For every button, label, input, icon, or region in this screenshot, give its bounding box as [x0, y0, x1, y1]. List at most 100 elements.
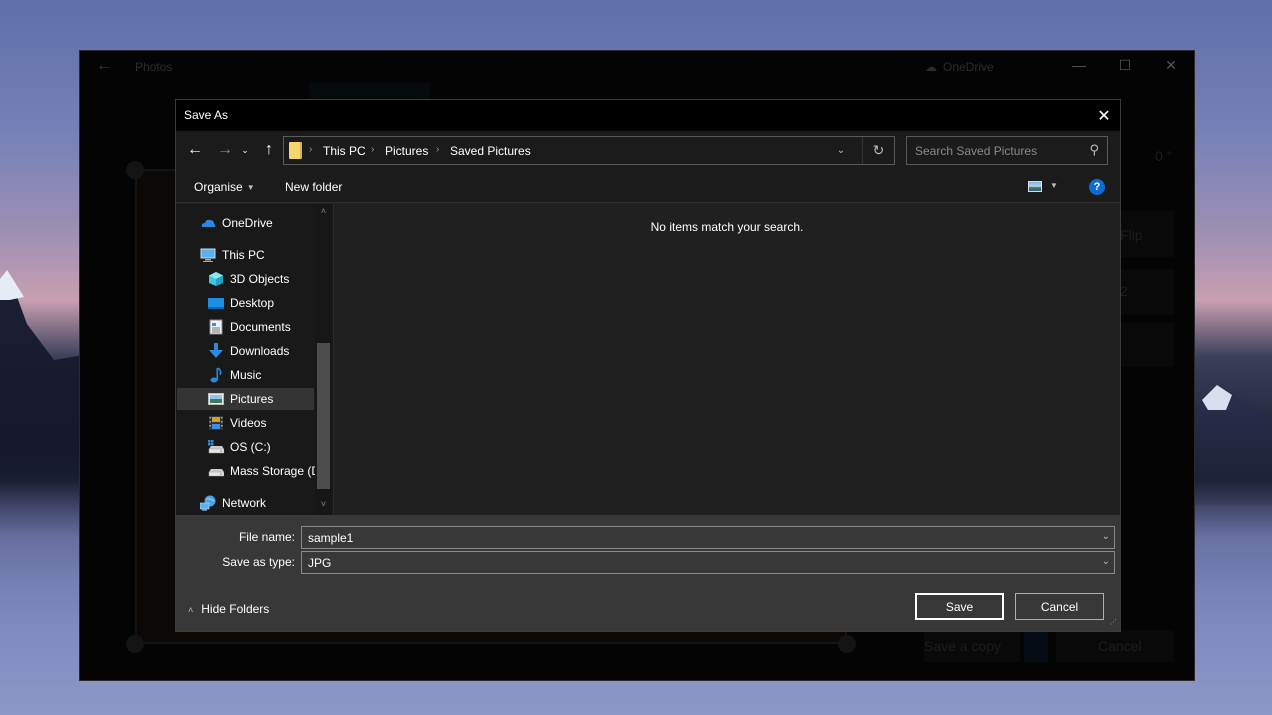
organise-label: Organise	[194, 180, 243, 194]
downloads-icon	[208, 343, 224, 359]
breadcrumb-separator: ›	[371, 144, 375, 155]
dialog-title: Save As	[184, 108, 229, 122]
onedrive-status[interactable]: ☁ OneDrive	[925, 60, 994, 74]
save-as-type-value: JPG	[308, 556, 332, 570]
nav-item-label: Desktop	[230, 296, 275, 310]
refresh-button[interactable]: ↻	[862, 137, 894, 164]
change-view-icon[interactable]	[1028, 181, 1042, 192]
nav-item-label: Music	[230, 368, 262, 382]
nav-item-label: 3D Objects	[230, 272, 290, 286]
view-options-caret-icon[interactable]: ▼	[1050, 181, 1058, 190]
chevron-down-icon[interactable]: ⌄	[1102, 556, 1110, 567]
nav-item-videos[interactable]: Videos	[208, 412, 315, 434]
scroll-up-icon[interactable]: ˄	[315, 206, 332, 220]
back-button[interactable]: ←	[184, 139, 206, 161]
nav-item-this-pc[interactable]: This PC	[200, 244, 315, 266]
file-name-label: File name:	[238, 530, 295, 544]
music-icon	[208, 367, 224, 383]
nav-item-label: Mass Storage (D:)	[230, 464, 315, 478]
photos-title: Photos	[135, 60, 173, 74]
nav-item-label: Pictures	[230, 392, 274, 406]
photos-titlebar: ← Photos ☁ OneDrive — ☐ ✕	[80, 51, 1194, 83]
search-placeholder: Search Saved Pictures	[915, 144, 1038, 158]
nav-item-onedrive[interactable]: OneDrive	[200, 212, 315, 234]
scroll-thumb[interactable]	[317, 343, 330, 489]
flip-label: Flip	[1120, 227, 1143, 243]
scroll-down-icon[interactable]: ˅	[315, 499, 332, 513]
navigation-scrollbar[interactable]: ˄ ˅	[315, 204, 332, 515]
nav-item-label: Documents	[230, 320, 291, 334]
nav-item-label: This PC	[222, 248, 265, 262]
file-list[interactable]: No items match your search.	[334, 204, 1120, 515]
nav-item-label: Network	[222, 496, 267, 510]
breadcrumb-pictures[interactable]: Pictures	[385, 144, 428, 158]
nav-item-label: OS (C:)	[230, 440, 271, 454]
cancel-button[interactable]: Cancel	[1015, 593, 1104, 620]
maximize-button[interactable]: ☐	[1102, 57, 1148, 74]
save-a-copy-button[interactable]: Save a copy	[924, 630, 1020, 662]
search-icon[interactable]: ⚲	[1089, 142, 1099, 158]
hide-folders-button[interactable]: ˄ Hide Folders	[188, 602, 269, 616]
chevron-up-icon: ˄	[188, 605, 194, 615]
crop-handle-top-left[interactable]	[126, 161, 144, 179]
save-as-type-label: Save as type:	[222, 555, 295, 569]
nav-item-desktop[interactable]: Desktop	[208, 292, 315, 314]
chevron-down-icon[interactable]: ⌄	[1102, 531, 1110, 542]
drive-icon	[208, 463, 225, 479]
navigation-pane: OneDrive This PC 3D Objects Desktop Docu…	[176, 204, 333, 515]
network-icon	[200, 495, 216, 511]
file-name-value: sample1	[308, 531, 354, 545]
nav-item-documents[interactable]: Documents	[208, 316, 315, 338]
new-folder-button[interactable]: New folder	[285, 180, 342, 194]
forward-button[interactable]: →	[214, 139, 236, 161]
onedrive-icon	[200, 215, 216, 231]
search-input[interactable]: Search Saved Pictures ⚲	[906, 136, 1108, 165]
nav-item-music[interactable]: Music	[208, 364, 315, 386]
organise-menu[interactable]: Organise ▼	[194, 180, 255, 194]
breadcrumb-separator: ›	[309, 144, 313, 155]
back-arrow-icon[interactable]: ←	[96, 57, 112, 75]
rotation-value: 0 °	[1155, 148, 1173, 164]
address-bar[interactable]: › This PC › Pictures › Saved Pictures ⌄ …	[283, 136, 895, 165]
nav-item-pictures[interactable]: Pictures	[177, 388, 314, 410]
save-as-dialog: Save As ✕ ← → ⌄ ↑ › This PC › Pictures ›…	[175, 99, 1121, 632]
nav-item-label: OneDrive	[222, 216, 273, 230]
snow-peak-right	[1202, 385, 1232, 410]
desktop-icon	[208, 295, 224, 311]
nav-item-downloads[interactable]: Downloads	[208, 340, 315, 362]
breadcrumb-saved-pictures[interactable]: Saved Pictures	[450, 144, 531, 158]
breadcrumb-separator: ›	[436, 144, 440, 155]
nav-item-network[interactable]: Network	[200, 492, 315, 514]
caret-down-icon: ▼	[246, 183, 255, 192]
help-icon[interactable]: ?	[1089, 179, 1105, 195]
close-button[interactable]: ✕	[1148, 57, 1194, 74]
navigation-bar: ← → ⌄ ↑ › This PC › Pictures › Saved Pic…	[176, 131, 1120, 171]
hide-folders-label: Hide Folders	[201, 602, 270, 616]
recent-locations-button[interactable]: ⌄	[238, 139, 252, 161]
folder-icon	[289, 142, 302, 159]
crop-handle-bottom-left[interactable]	[126, 635, 144, 653]
empty-message: No items match your search.	[650, 220, 804, 234]
os-drive-icon	[208, 439, 225, 455]
save-options-chevron[interactable]	[1024, 630, 1048, 662]
resize-grip-icon[interactable]: ⋰	[1110, 619, 1118, 629]
nav-item-label: Videos	[230, 416, 267, 430]
breadcrumb-this-pc[interactable]: This PC	[323, 144, 366, 158]
save-button[interactable]: Save	[915, 593, 1004, 620]
dialog-close-button[interactable]: ✕	[1088, 100, 1120, 131]
cloud-off-icon: ☁	[925, 60, 937, 74]
up-button[interactable]: ↑	[258, 139, 280, 161]
nav-item-3d-objects[interactable]: 3D Objects	[208, 268, 315, 290]
file-name-input[interactable]: sample1 ⌄	[301, 526, 1115, 549]
nav-item-os-c[interactable]: OS (C:)	[208, 436, 315, 458]
address-dropdown-button[interactable]: ⌄	[828, 137, 854, 164]
nav-item-mass-storage[interactable]: Mass Storage (D:)	[208, 460, 315, 482]
aspect-value: 2	[1120, 283, 1128, 299]
dialog-titlebar: Save As ✕	[176, 100, 1120, 131]
crop-handle-bottom-right[interactable]	[838, 635, 856, 653]
nav-item-label: Downloads	[230, 344, 290, 358]
photos-cancel-button[interactable]: Cancel	[1056, 630, 1174, 662]
snow-peak-left	[0, 270, 24, 300]
minimize-button[interactable]: —	[1056, 57, 1102, 73]
save-as-type-select[interactable]: JPG ⌄	[301, 551, 1115, 574]
